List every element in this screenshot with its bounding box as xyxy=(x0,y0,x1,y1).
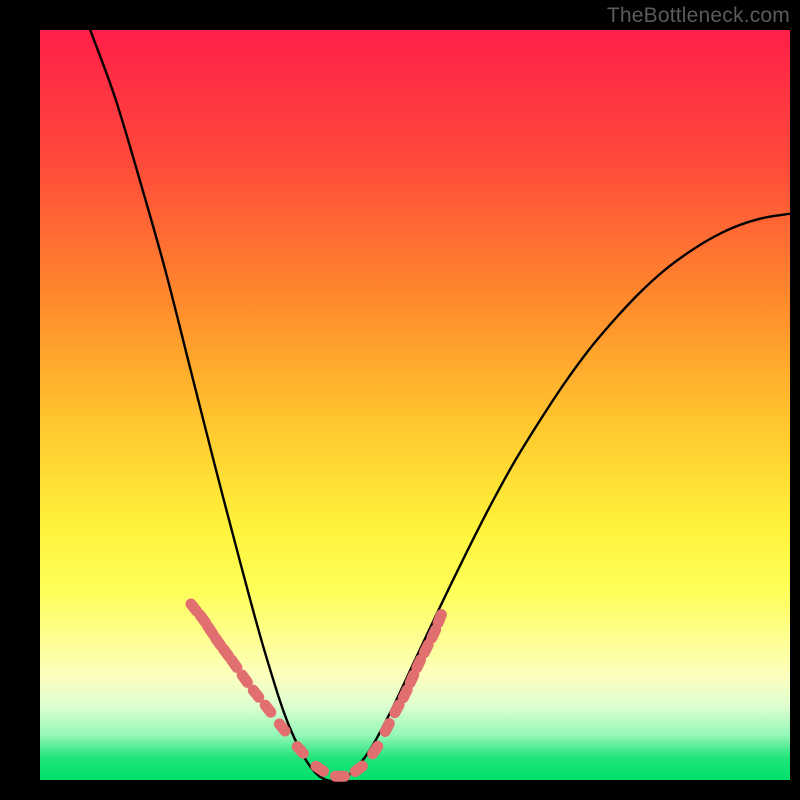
chart-stage: TheBottleneck.com xyxy=(0,0,800,800)
bead-marker xyxy=(289,739,311,761)
bead-marker xyxy=(347,758,370,779)
plot-area xyxy=(40,30,790,780)
bead-marker xyxy=(378,716,397,739)
bead-marker xyxy=(330,771,350,782)
bead-marker xyxy=(365,739,385,762)
bead-marker xyxy=(272,716,293,739)
beads-layer xyxy=(40,30,790,780)
beads-group xyxy=(183,596,448,781)
watermark-text: TheBottleneck.com xyxy=(607,4,790,28)
bead-marker xyxy=(308,759,331,779)
